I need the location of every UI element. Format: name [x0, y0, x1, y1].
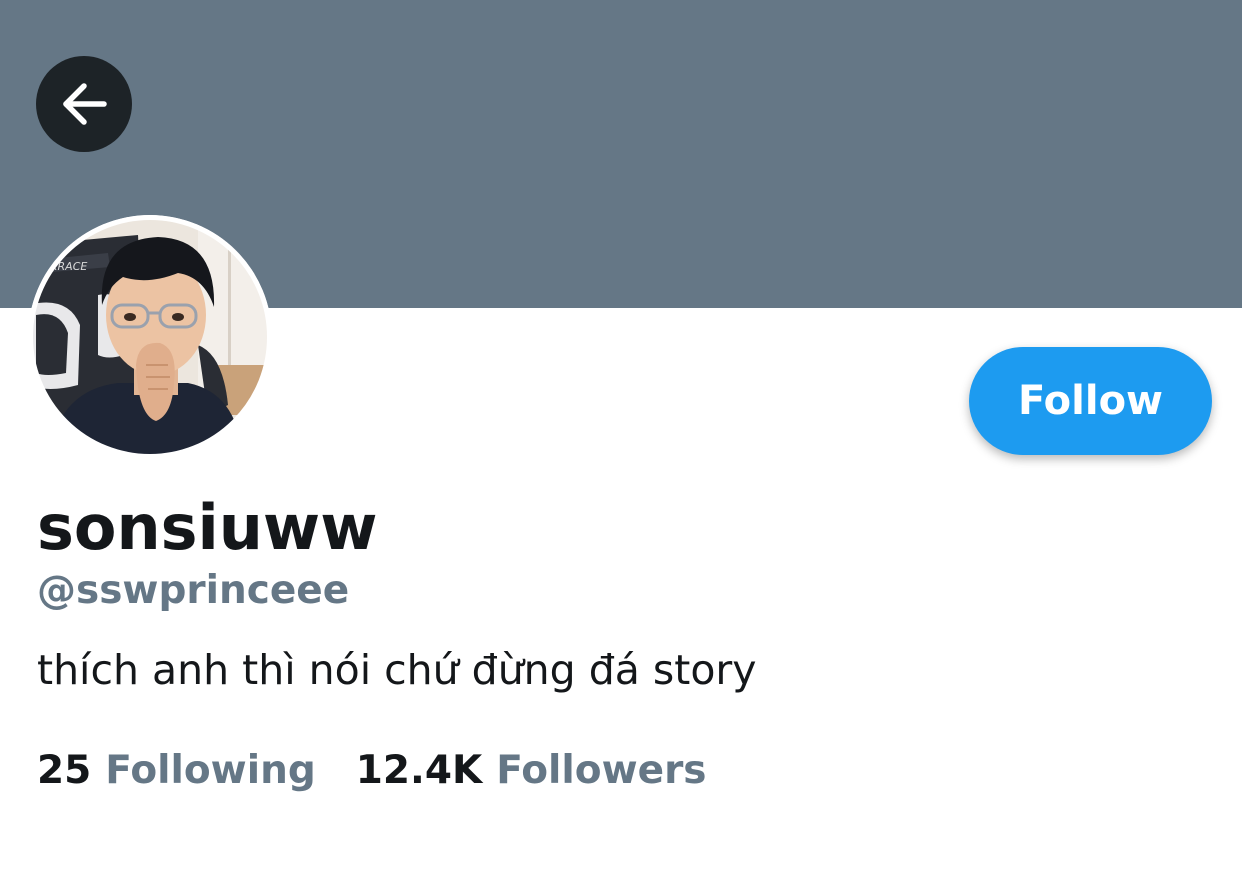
- following-count: 25: [37, 748, 92, 793]
- follow-stats: 25 Following 12.4K Followers: [37, 745, 707, 797]
- profile-page: XRACE Follow sonsiuww @sswprinceee thích…: [0, 0, 1242, 890]
- follow-button[interactable]: Follow: [969, 347, 1212, 455]
- avatar[interactable]: XRACE: [28, 215, 272, 459]
- followers-label: Followers: [496, 748, 707, 793]
- following-label: Following: [105, 748, 316, 793]
- followers-stat[interactable]: 12.4K Followers: [356, 745, 707, 797]
- following-stat[interactable]: 25 Following: [37, 745, 316, 797]
- username-handle: @sswprinceee: [37, 568, 350, 613]
- profile-bio: thích anh thì nói chứ đừng đá story: [37, 646, 757, 694]
- display-name: sonsiuww: [37, 491, 378, 564]
- followers-count: 12.4K: [355, 748, 483, 793]
- back-button[interactable]: [36, 56, 132, 152]
- arrow-left-icon: [63, 83, 107, 125]
